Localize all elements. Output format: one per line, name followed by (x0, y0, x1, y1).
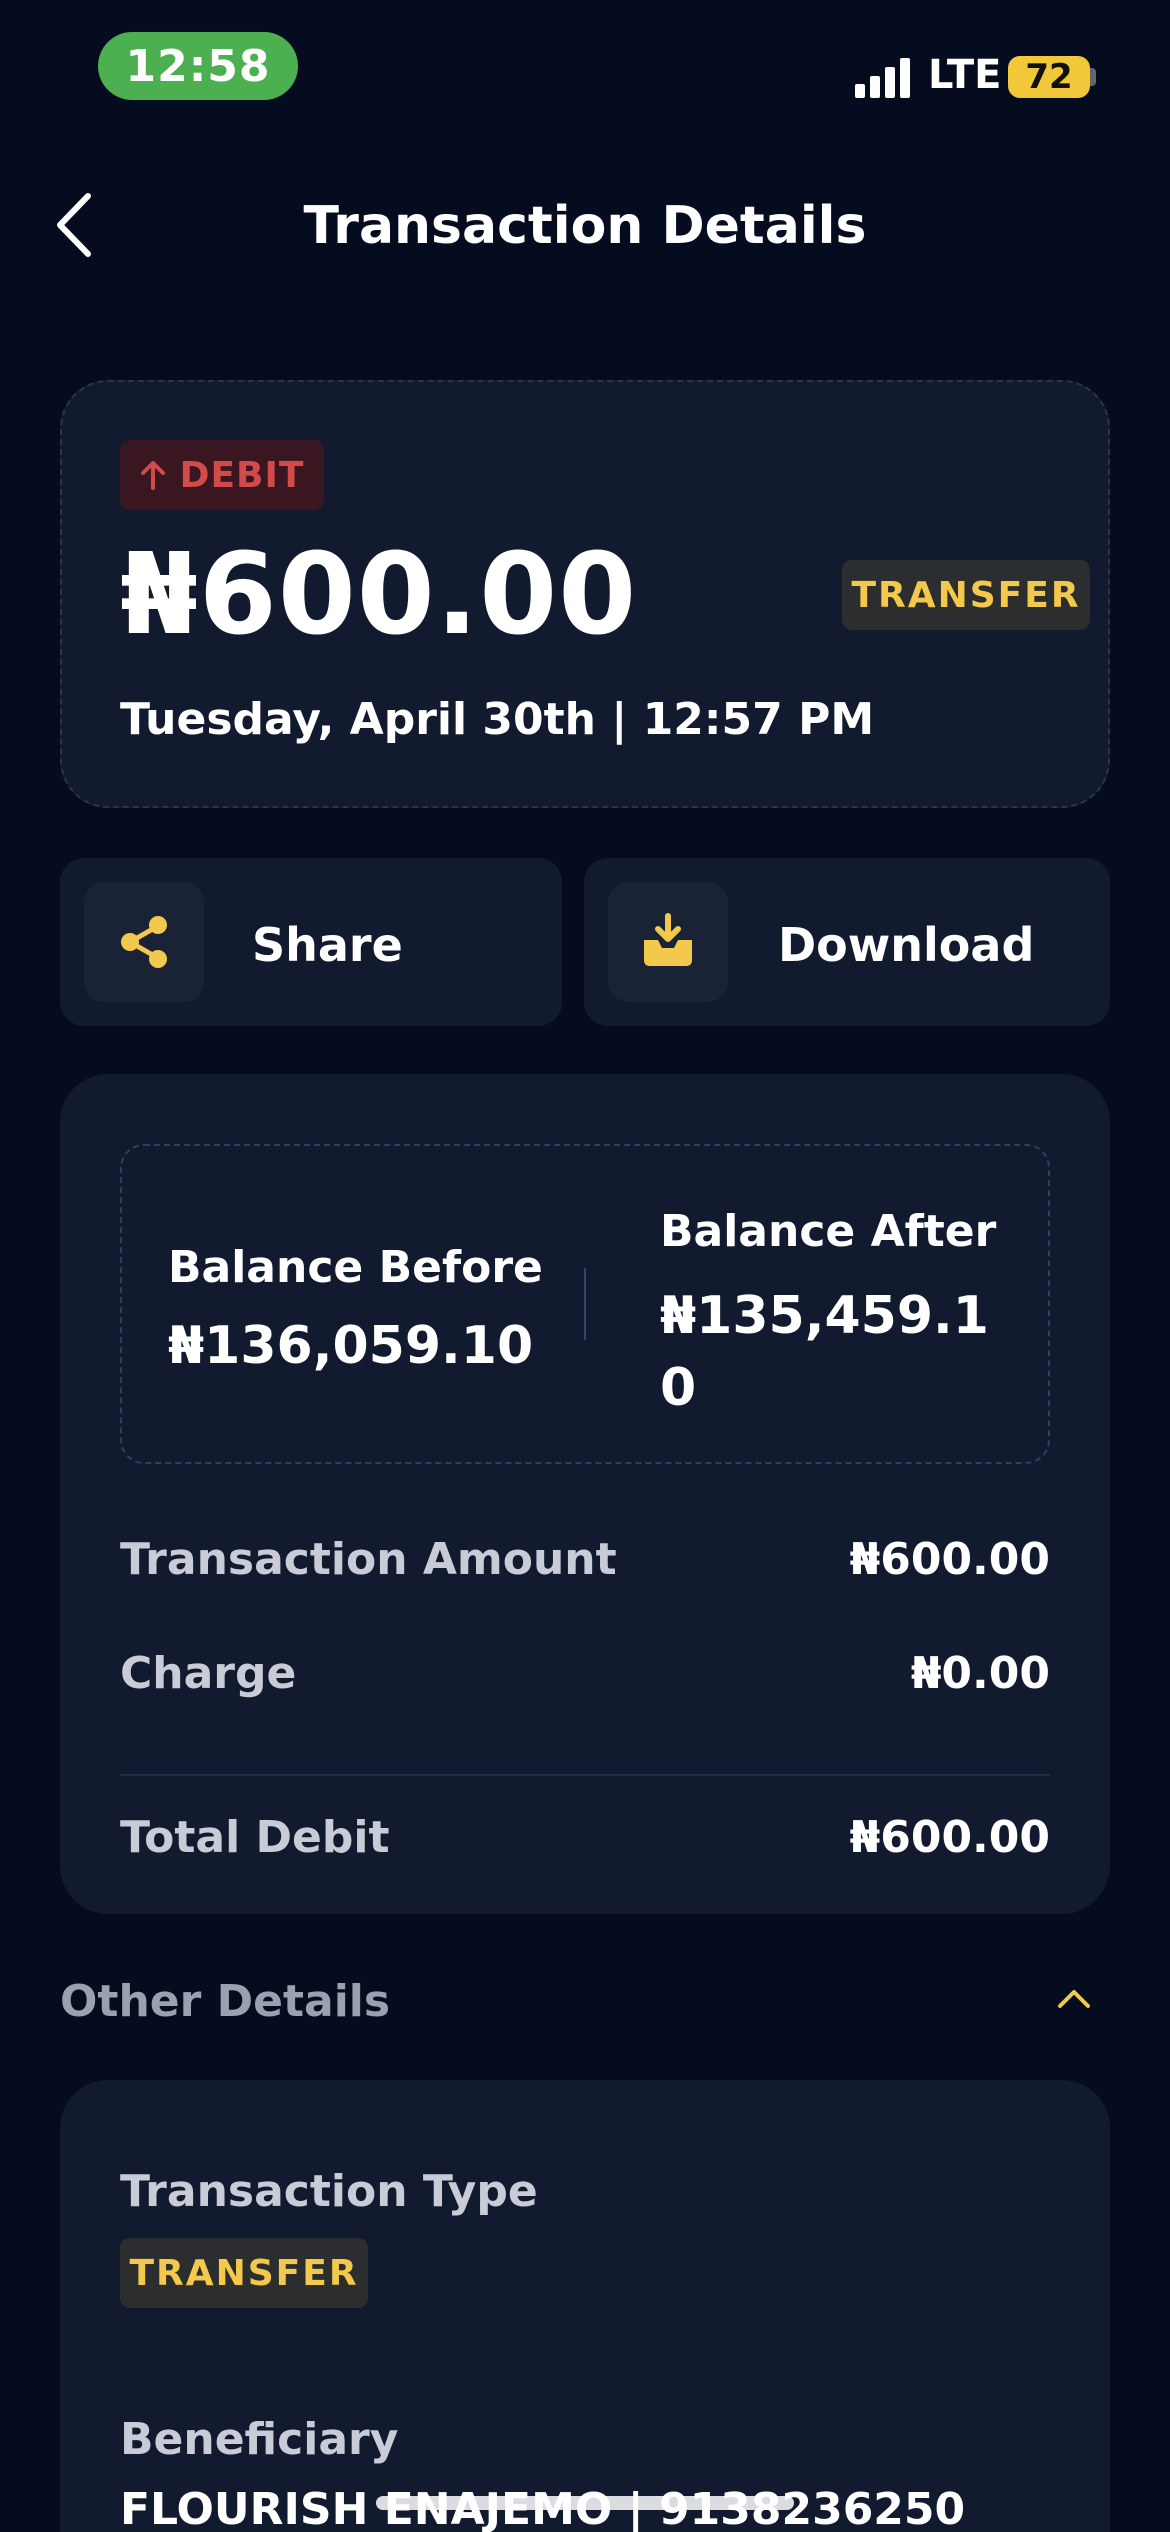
battery-icon: 72 (1008, 56, 1090, 98)
arrow-up-icon (140, 461, 165, 490)
signal-icon (855, 58, 910, 98)
chevron-up-icon[interactable] (1054, 1984, 1094, 2014)
network-label: LTE (928, 52, 1002, 98)
transaction-amount-value: ₦600.00 (849, 1534, 1050, 1585)
transaction-type-badge: TRANSFER (120, 2238, 368, 2308)
balance-before-value: ₦136,059.10 (168, 1316, 534, 1376)
share-icon (84, 882, 204, 1002)
download-icon (608, 882, 728, 1002)
charge-value: ₦0.00 (910, 1648, 1050, 1699)
share-label: Share (252, 918, 403, 972)
charge-label: Charge (120, 1648, 297, 1699)
transaction-amount: ₦600.00 (120, 530, 638, 660)
balance-after-value: ₦135,459.10 (660, 1286, 989, 1418)
category-badge: TRANSFER (842, 560, 1090, 630)
home-indicator[interactable] (376, 2496, 794, 2510)
battery-tip (1090, 68, 1096, 86)
transaction-datetime: Tuesday, April 30th | 12:57 PM (120, 694, 875, 745)
debit-badge: DEBIT (120, 440, 324, 510)
other-details-title[interactable]: Other Details (60, 1976, 390, 2027)
balance-divider (584, 1268, 586, 1340)
transaction-amount-label: Transaction Amount (120, 1534, 617, 1585)
download-label: Download (778, 918, 1035, 972)
balance-before-label: Balance Before (168, 1242, 543, 1293)
page-title: Transaction Details (303, 196, 867, 256)
balance-after-label: Balance After (660, 1206, 997, 1257)
transaction-type-label: Transaction Type (120, 2166, 538, 2217)
status-time: 12:58 (98, 32, 298, 100)
beneficiary-label: Beneficiary (120, 2414, 399, 2465)
total-debit-value: ₦600.00 (849, 1812, 1050, 1863)
row-divider (120, 1774, 1050, 1776)
debit-label: DEBIT (179, 454, 305, 496)
total-debit-label: Total Debit (120, 1812, 390, 1863)
